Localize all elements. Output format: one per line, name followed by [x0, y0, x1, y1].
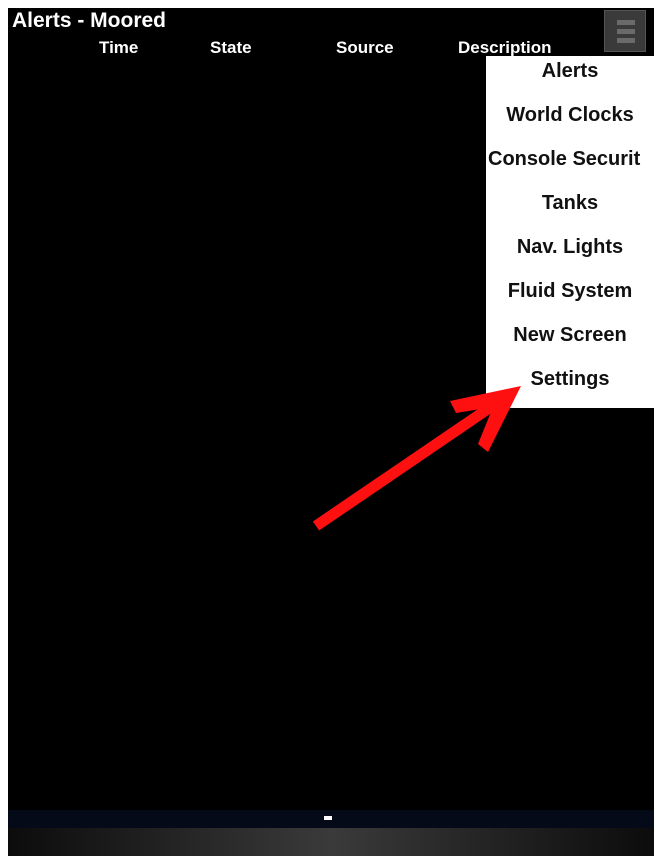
menu-item-alerts[interactable]: Alerts: [486, 56, 654, 100]
hamburger-menu-icon-bottom: [617, 38, 635, 43]
menu-item-tanks[interactable]: Tanks: [486, 188, 654, 232]
hamburger-menu-icon: [617, 20, 635, 25]
menu-item-console-security[interactable]: Console Securit: [486, 144, 654, 188]
arrow-shaft: [312, 395, 505, 531]
menu-item-fluid-system[interactable]: Fluid System: [486, 276, 654, 320]
app-screen: Alerts - Moored Time State Source Descri…: [8, 8, 654, 856]
column-header-state[interactable]: State: [210, 38, 252, 58]
menu-item-world-clocks[interactable]: World Clocks: [486, 100, 654, 144]
page-title: Alerts - Moored: [12, 9, 167, 32]
menu-item-new-screen[interactable]: New Screen: [486, 320, 654, 364]
hamburger-menu-icon-middle: [617, 29, 635, 34]
menu-button[interactable]: [604, 10, 646, 52]
column-header-time[interactable]: Time: [99, 38, 138, 58]
bottom-toolbar: [8, 828, 654, 856]
column-header-description[interactable]: Description: [458, 38, 552, 58]
column-header-source[interactable]: Source: [336, 38, 394, 58]
dropdown-menu: Alerts World Clocks Console Securit Tank…: [486, 56, 654, 408]
menu-item-nav-lights[interactable]: Nav. Lights: [486, 232, 654, 276]
menu-item-settings[interactable]: Settings: [486, 364, 654, 408]
page-indicator: -: [324, 816, 332, 820]
